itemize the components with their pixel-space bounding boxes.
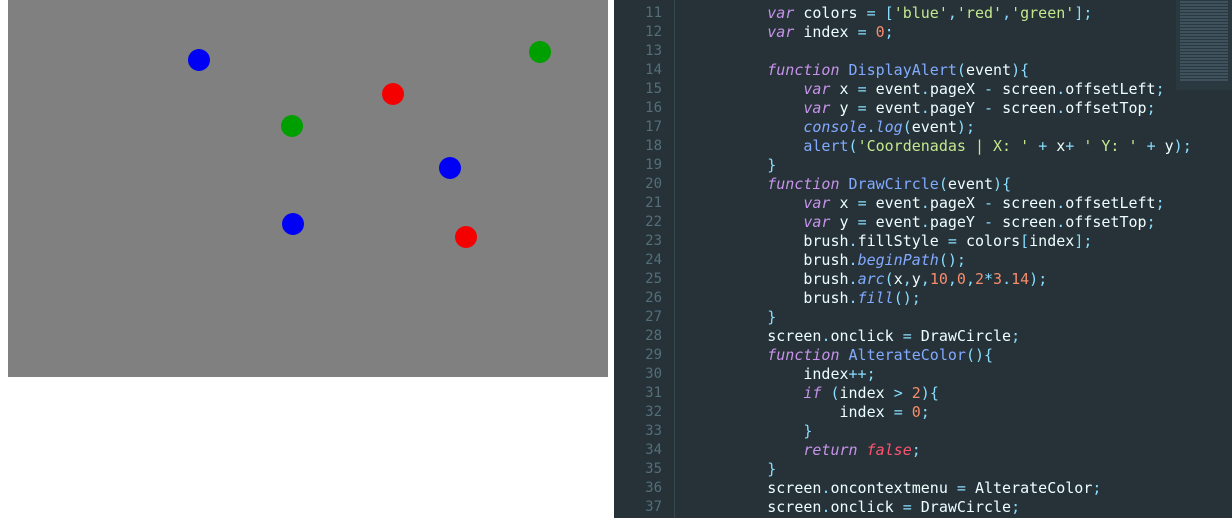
code-line[interactable]: function AlterateColor(){ [695, 346, 1232, 365]
canvas-dot-blue [188, 49, 210, 71]
code-line[interactable]: console.log(event); [695, 118, 1232, 137]
code-line[interactable]: screen.oncontextmenu = AlterateColor; [695, 479, 1232, 498]
code-editor[interactable]: 1112131415161718192021222324252627282930… [614, 0, 1232, 518]
code-line[interactable]: } [695, 422, 1232, 441]
canvas-dot-green [529, 41, 551, 63]
line-number: 28 [614, 327, 674, 346]
line-number: 22 [614, 213, 674, 232]
canvas-dot-blue [439, 157, 461, 179]
code-line[interactable]: alert('Coordenadas | X: ' + x+ ' Y: ' + … [695, 137, 1232, 156]
line-number: 12 [614, 23, 674, 42]
canvas-dot-green [281, 115, 303, 137]
preview-pane [0, 0, 614, 518]
line-number: 32 [614, 403, 674, 422]
line-number: 20 [614, 175, 674, 194]
code-line[interactable]: brush.fill(); [695, 289, 1232, 308]
line-number: 30 [614, 365, 674, 384]
line-number: 26 [614, 289, 674, 308]
line-number: 19 [614, 156, 674, 175]
line-number: 37 [614, 498, 674, 517]
line-number: 11 [614, 4, 674, 23]
code-line[interactable] [695, 42, 1232, 61]
minimap[interactable] [1176, 0, 1232, 90]
code-line[interactable]: var index = 0; [695, 23, 1232, 42]
code-line[interactable]: index++; [695, 365, 1232, 384]
line-number: 15 [614, 80, 674, 99]
code-line[interactable]: var x = event.pageX - screen.offsetLeft; [695, 194, 1232, 213]
app-root: 1112131415161718192021222324252627282930… [0, 0, 1232, 518]
code-line[interactable]: return false; [695, 441, 1232, 460]
code-line[interactable]: screen.onclick = DrawCircle; [695, 327, 1232, 346]
code-line[interactable]: var colors = ['blue','red','green']; [695, 4, 1232, 23]
code-line[interactable]: var y = event.pageY - screen.offsetTop; [695, 99, 1232, 118]
line-number: 27 [614, 308, 674, 327]
code-line[interactable]: function DrawCircle(event){ [695, 175, 1232, 194]
line-number: 24 [614, 251, 674, 270]
line-number: 31 [614, 384, 674, 403]
line-number: 13 [614, 42, 674, 61]
code-area[interactable]: var colors = ['blue','red','green']; var… [674, 0, 1232, 518]
line-number: 16 [614, 99, 674, 118]
code-line[interactable]: var y = event.pageY - screen.offsetTop; [695, 213, 1232, 232]
line-number: 33 [614, 422, 674, 441]
canvas-dot-blue [282, 213, 304, 235]
code-line[interactable]: screen.onclick = DrawCircle; [695, 498, 1232, 517]
line-number: 21 [614, 194, 674, 213]
line-number: 18 [614, 137, 674, 156]
code-line[interactable]: } [695, 460, 1232, 479]
line-number-gutter: 1112131415161718192021222324252627282930… [614, 0, 674, 518]
canvas-dot-red [382, 83, 404, 105]
line-number: 36 [614, 479, 674, 498]
line-number: 35 [614, 460, 674, 479]
code-line[interactable]: if (index > 2){ [695, 384, 1232, 403]
line-number: 34 [614, 441, 674, 460]
line-number: 29 [614, 346, 674, 365]
canvas-dot-red [455, 226, 477, 248]
code-line[interactable]: brush.fillStyle = colors[index]; [695, 232, 1232, 251]
code-line[interactable]: } [695, 156, 1232, 175]
code-line[interactable]: index = 0; [695, 403, 1232, 422]
code-line[interactable]: brush.beginPath(); [695, 251, 1232, 270]
line-number: 17 [614, 118, 674, 137]
code-line[interactable]: brush.arc(x,y,10,0,2*3.14); [695, 270, 1232, 289]
canvas-area[interactable] [8, 0, 608, 377]
line-number: 25 [614, 270, 674, 289]
code-line[interactable]: } [695, 308, 1232, 327]
line-number: 23 [614, 232, 674, 251]
code-line[interactable]: var x = event.pageX - screen.offsetLeft; [695, 80, 1232, 99]
line-number: 14 [614, 61, 674, 80]
code-line[interactable]: function DisplayAlert(event){ [695, 61, 1232, 80]
